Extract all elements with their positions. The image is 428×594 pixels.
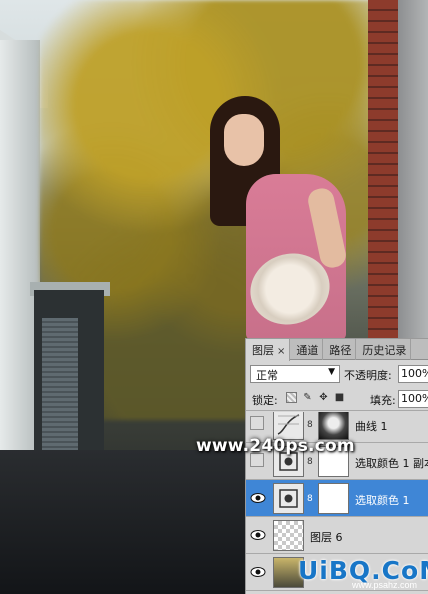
layer-name: 图层 6 bbox=[310, 531, 343, 544]
fill-value: 100% bbox=[401, 392, 428, 405]
link-icon[interactable]: 8 bbox=[307, 493, 315, 505]
opacity-label: 不透明度: bbox=[344, 369, 392, 382]
lock-row: 锁定: ✎ ✥ ■ 填充: 100% bbox=[246, 387, 428, 411]
layer-thumbnail bbox=[273, 483, 304, 514]
tab-label: 历史记录 bbox=[362, 344, 407, 357]
layer-name: 选取颜色 1 bbox=[355, 494, 410, 507]
eye-icon[interactable] bbox=[250, 565, 266, 579]
tab-channels[interactable]: 通道 bbox=[290, 339, 324, 360]
link-icon[interactable]: 8 bbox=[307, 456, 315, 468]
tab-label: 路径 bbox=[329, 344, 352, 357]
eye-icon[interactable] bbox=[250, 491, 266, 505]
lock-label: 锁定: bbox=[252, 394, 278, 407]
layer-row-selected[interactable]: 8 选取颜色 1 bbox=[246, 480, 428, 517]
opacity-value: 100% bbox=[401, 367, 428, 380]
brick-pillar bbox=[368, 0, 398, 340]
panel-tabs: 图层 × 通道 路径 历史记录 bbox=[246, 339, 428, 361]
eye-icon[interactable] bbox=[250, 528, 266, 542]
brand-subtext: www.psahz.com bbox=[352, 580, 418, 590]
link-icon[interactable]: 8 bbox=[307, 419, 315, 431]
layer-mask-thumbnail[interactable] bbox=[318, 483, 349, 514]
chevron-down-icon: ▼ bbox=[328, 367, 335, 377]
tab-label: 图层 bbox=[252, 344, 274, 357]
tab-paths[interactable]: 路径 bbox=[323, 339, 357, 360]
blend-row: 正常 ▼ 不透明度: 100% bbox=[246, 362, 428, 386]
fill-input[interactable]: 100% bbox=[398, 390, 428, 408]
fill-label: 填充: bbox=[370, 394, 396, 407]
close-icon[interactable]: × bbox=[277, 346, 285, 357]
blend-mode-value: 正常 bbox=[256, 369, 278, 382]
layer-row[interactable]: 图层 6 bbox=[246, 517, 428, 554]
layer-thumbnail bbox=[273, 520, 304, 551]
face bbox=[224, 114, 264, 166]
garage-shutter bbox=[42, 318, 78, 450]
lock-brush-icon[interactable]: ✎ bbox=[302, 392, 313, 403]
tab-label: 通道 bbox=[296, 344, 319, 357]
model-figure bbox=[196, 96, 368, 340]
lock-move-icon[interactable]: ✥ bbox=[318, 392, 329, 403]
lock-transparent-icon[interactable] bbox=[286, 392, 297, 403]
visibility-toggle[interactable] bbox=[250, 416, 264, 430]
lock-all-icon[interactable]: ■ bbox=[334, 392, 345, 403]
blend-mode-select[interactable]: 正常 ▼ bbox=[250, 365, 340, 383]
opacity-input[interactable]: 100% bbox=[398, 365, 428, 383]
tab-layers[interactable]: 图层 × bbox=[246, 339, 291, 361]
grey-wall bbox=[396, 0, 428, 340]
watermark-text: www.240ps.com bbox=[196, 436, 355, 456]
layer-name: 曲线 1 bbox=[355, 420, 388, 433]
layer-name: 选取颜色 1 副本 bbox=[355, 457, 428, 470]
tab-history[interactable]: 历史记录 bbox=[356, 339, 412, 360]
